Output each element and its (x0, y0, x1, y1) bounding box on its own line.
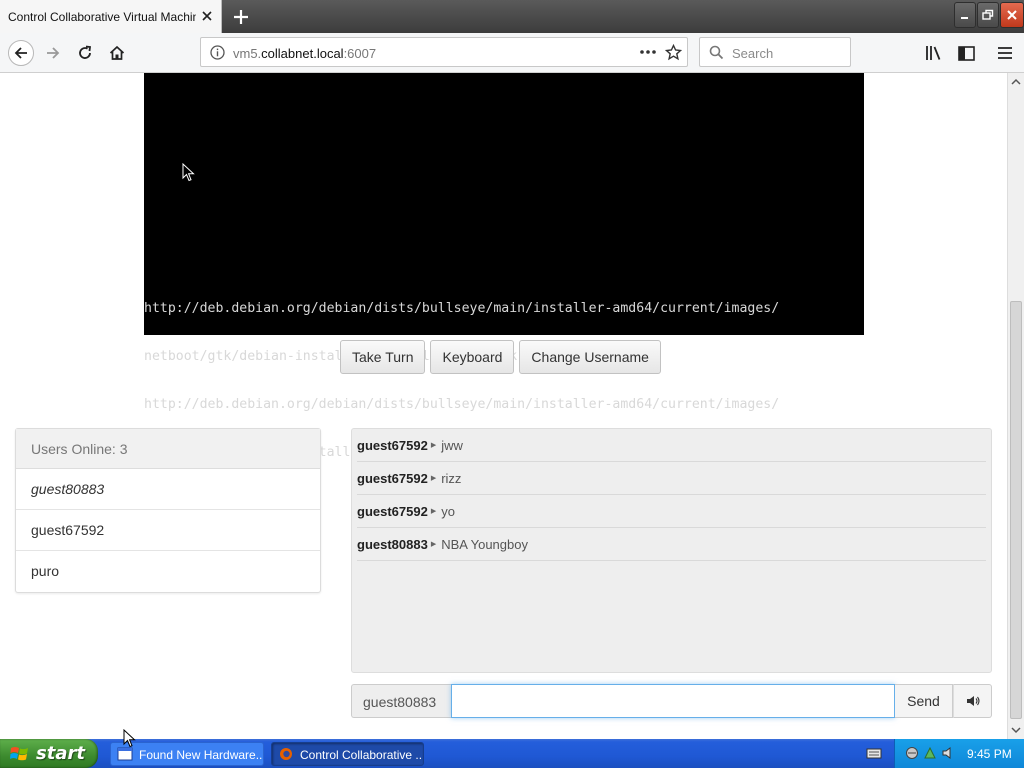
reload-button[interactable] (74, 42, 96, 64)
browser-tab[interactable]: Control Collaborative Virtual Machines! (0, 0, 222, 33)
hardware-icon[interactable] (923, 746, 937, 760)
scroll-thumb[interactable] (1010, 301, 1022, 719)
volume-icon[interactable] (941, 746, 955, 760)
vm-controls: Take Turn Keyboard Change Username (340, 340, 661, 374)
reload-icon (79, 45, 92, 59)
sidebar-button[interactable] (955, 42, 977, 64)
back-button[interactable] (8, 40, 34, 66)
search-placeholder: Search (732, 46, 774, 61)
vm-screen[interactable]: http://deb.debian.org/debian/dists/bulls… (144, 73, 864, 460)
restore-button[interactable] (977, 2, 999, 28)
chat-message-text: yo (441, 503, 455, 519)
user-item[interactable]: guest67592 (16, 510, 320, 551)
chat-message: guest67592 ▶ yo (357, 495, 986, 528)
windows-taskbar: start Found New Hardware... Control Coll… (0, 739, 1024, 768)
console-line: http://deb.debian.org/debian/dists/bulls… (144, 397, 780, 412)
url-port: :6007 (343, 46, 377, 61)
url-text: vm5.collabnet.local:6007 (233, 46, 376, 61)
sound-button[interactable] (953, 684, 992, 718)
browser-toolbar: vm5.collabnet.local:6007 Search (0, 33, 1024, 73)
home-icon (109, 45, 125, 60)
chat-message: guest67592 ▶ rizz (357, 462, 986, 495)
chat-message-user: guest67592 (357, 503, 428, 519)
firefox-icon (280, 748, 292, 760)
change-username-button[interactable]: Change Username (519, 340, 661, 374)
info-icon[interactable] (210, 45, 225, 60)
console-line: http://deb.debian.org/debian/dists/bulls… (144, 301, 780, 316)
url-bar[interactable]: vm5.collabnet.local:6007 (200, 37, 688, 67)
taskbar-item-label: Control Collaborative ... (300, 748, 424, 762)
more-icon[interactable] (639, 48, 657, 56)
chat-message-user: guest80883 (357, 536, 428, 552)
chat-message-text: rizz (441, 470, 462, 486)
url-domain: collabnet.local (261, 46, 344, 61)
start-button[interactable]: start (0, 739, 98, 768)
chat-message-user: guest67592 (357, 437, 428, 453)
users-online-panel: Users Online: 3 guest80883 guest67592 pu… (15, 428, 321, 593)
star-icon[interactable] (665, 44, 682, 61)
search-bar[interactable]: Search (699, 37, 851, 67)
take-turn-button[interactable]: Take Turn (340, 340, 426, 374)
user-item[interactable]: guest80883 (16, 469, 320, 510)
window-controls (953, 2, 1024, 30)
send-button[interactable]: Send (895, 684, 953, 718)
close-icon[interactable] (200, 9, 214, 23)
chat-message: guest67592 ▶ jww (357, 429, 986, 462)
hamburger-icon (998, 47, 1012, 59)
forward-button[interactable] (42, 42, 64, 64)
page-scrollbar[interactable] (1007, 73, 1024, 739)
library-icon (926, 46, 941, 60)
scroll-up-icon[interactable] (1011, 77, 1021, 87)
minimize-button[interactable] (954, 2, 976, 28)
caret-right-icon: ▶ (430, 442, 437, 449)
caret-right-icon: ▶ (430, 475, 437, 482)
minimize-icon (961, 17, 968, 19)
users-online-header: Users Online: 3 (16, 429, 320, 469)
forward-arrow-icon (47, 47, 60, 59)
network-icon[interactable] (905, 746, 919, 760)
caret-right-icon: ▶ (430, 541, 437, 548)
menu-button[interactable] (994, 42, 1016, 64)
system-tray: 9:45 PM (894, 739, 1024, 768)
library-button[interactable] (923, 42, 945, 64)
back-arrow-icon (14, 47, 27, 59)
home-button[interactable] (106, 42, 128, 64)
start-label: start (36, 743, 85, 764)
chat-messages[interactable]: guest67592 ▶ jww guest67592 ▶ rizz guest… (351, 428, 992, 673)
plus-icon[interactable] (230, 6, 252, 28)
taskbar-item-firefox[interactable]: Control Collaborative ... (271, 742, 424, 766)
page-content: http://deb.debian.org/debian/dists/bulls… (0, 73, 1007, 739)
chat-message-text: jww (441, 437, 463, 453)
chat-message-user: guest67592 (357, 470, 428, 486)
speaker-icon (966, 696, 980, 706)
scroll-down-icon[interactable] (1011, 725, 1021, 735)
window-icon (117, 747, 133, 761)
url-prefix: vm5. (233, 46, 262, 61)
taskbar-item-label: Found New Hardware... (139, 748, 264, 762)
sidebar-icon (957, 45, 975, 61)
chat-input[interactable] (451, 684, 895, 718)
keyboard-icon[interactable] (866, 746, 882, 760)
chat-message-text: NBA Youngboy (441, 536, 528, 552)
caret-right-icon: ▶ (430, 508, 437, 515)
close-window-icon (1007, 10, 1017, 20)
browser-titlebar: Control Collaborative Virtual Machines! (0, 0, 1024, 33)
keyboard-button[interactable]: Keyboard (430, 340, 515, 374)
mouse-cursor-icon (182, 163, 195, 182)
search-icon (709, 45, 724, 60)
restore-icon (982, 9, 994, 20)
chat-message: guest80883 ▶ NBA Youngboy (357, 528, 986, 561)
user-item[interactable]: puro (16, 551, 320, 592)
chat-username-label: guest80883 (351, 684, 451, 718)
window-close-button[interactable] (1000, 2, 1024, 28)
windows-logo-icon (10, 747, 28, 761)
mouse-pointer-icon (123, 729, 136, 748)
clock: 9:45 PM (967, 747, 1012, 761)
chat-input-row: guest80883 Send (351, 684, 992, 718)
tab-title: Control Collaborative Virtual Machines! (8, 10, 196, 24)
